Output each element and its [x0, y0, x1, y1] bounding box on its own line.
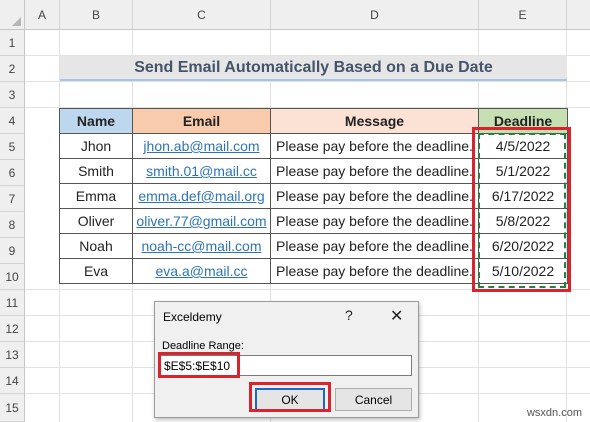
- email-link[interactable]: oliver.77@gmail.com: [136, 213, 266, 229]
- row-header-10[interactable]: 10: [0, 264, 25, 290]
- header-message[interactable]: Message: [270, 108, 479, 134]
- name-cell[interactable]: Oliver: [59, 208, 133, 234]
- deadline-cell[interactable]: 5/8/2022: [478, 208, 568, 234]
- table-header-row: Name Email Message Deadline: [59, 108, 568, 134]
- ok-button[interactable]: OK: [255, 388, 325, 411]
- deadline-cell[interactable]: 6/17/2022: [478, 183, 568, 209]
- name-cell[interactable]: Emma: [59, 183, 133, 209]
- row-header-5[interactable]: 5: [0, 134, 25, 160]
- header-deadline[interactable]: Deadline: [478, 108, 568, 134]
- row-header-2[interactable]: 2: [0, 56, 25, 82]
- email-link[interactable]: emma.def@mail.org: [138, 188, 264, 204]
- email-cell[interactable]: eva.a@mail.cc: [132, 258, 271, 284]
- name-cell[interactable]: Jhon: [59, 133, 133, 159]
- column-header-f[interactable]: [567, 0, 590, 30]
- column-header-d[interactable]: D: [271, 0, 479, 30]
- message-cell[interactable]: Please pay before the deadline.: [270, 133, 479, 159]
- gridline: [25, 289, 590, 290]
- table-row: Oliver oliver.77@gmail.com Please pay be…: [59, 208, 568, 234]
- email-cell[interactable]: emma.def@mail.org: [132, 183, 271, 209]
- data-table: Name Email Message Deadline Jhon jhon.ab…: [59, 108, 568, 284]
- row-header-9[interactable]: 9: [0, 238, 25, 264]
- header-email[interactable]: Email: [132, 108, 271, 134]
- name-cell[interactable]: Smith: [59, 158, 133, 184]
- row-header-15[interactable]: 15: [0, 394, 25, 422]
- deadline-cell[interactable]: 5/10/2022: [478, 258, 568, 284]
- deadline-cell[interactable]: 5/1/2022: [478, 158, 568, 184]
- name-cell[interactable]: Eva: [59, 258, 133, 284]
- sheet-title[interactable]: Send Email Automatically Based on a Due …: [60, 56, 567, 81]
- table-row: Smith smith.01@mail.cc Please pay before…: [59, 158, 568, 184]
- email-link[interactable]: smith.01@mail.cc: [146, 163, 257, 179]
- column-header-a[interactable]: A: [25, 0, 60, 30]
- row-header-3[interactable]: 3: [0, 82, 25, 108]
- message-cell[interactable]: Please pay before the deadline.: [270, 183, 479, 209]
- email-cell[interactable]: noah-cc@mail.com: [132, 233, 271, 259]
- row-header-11[interactable]: 11: [0, 290, 25, 316]
- table-row: Emma emma.def@mail.org Please pay before…: [59, 183, 568, 209]
- table-row: Eva eva.a@mail.cc Please pay before the …: [59, 258, 568, 284]
- email-link[interactable]: noah-cc@mail.com: [141, 238, 261, 254]
- select-all-corner[interactable]: [0, 0, 25, 30]
- row-header-8[interactable]: 8: [0, 212, 25, 238]
- deadline-range-label: Deadline Range:: [162, 340, 244, 352]
- help-icon[interactable]: ?: [345, 307, 353, 323]
- email-link[interactable]: jhon.ab@mail.com: [143, 138, 259, 154]
- column-header-c[interactable]: C: [133, 0, 271, 30]
- message-cell[interactable]: Please pay before the deadline.: [270, 233, 479, 259]
- email-link[interactable]: eva.a@mail.cc: [155, 263, 247, 279]
- email-cell[interactable]: oliver.77@gmail.com: [132, 208, 271, 234]
- deadline-cell[interactable]: 4/5/2022: [478, 133, 568, 159]
- row-header-7[interactable]: 7: [0, 186, 25, 212]
- table-row: Jhon jhon.ab@mail.com Please pay before …: [59, 133, 568, 159]
- row-header-4[interactable]: 4: [0, 108, 25, 134]
- row-header-6[interactable]: 6: [0, 160, 25, 186]
- watermark: wsxdn.com: [526, 407, 582, 419]
- deadline-range-input[interactable]: $E$5:$E$10: [159, 355, 412, 376]
- message-cell[interactable]: Please pay before the deadline.: [270, 158, 479, 184]
- row-header-14[interactable]: 14: [0, 368, 25, 394]
- dialog-title: Exceldemy: [163, 310, 222, 324]
- cancel-button[interactable]: Cancel: [335, 388, 412, 411]
- email-cell[interactable]: smith.01@mail.cc: [132, 158, 271, 184]
- table-row: Noah noah-cc@mail.com Please pay before …: [59, 233, 568, 259]
- close-icon[interactable]: ✕: [390, 306, 403, 326]
- row-header-1[interactable]: 1: [0, 30, 25, 56]
- row-header-12[interactable]: 12: [0, 316, 25, 342]
- deadline-cell[interactable]: 6/20/2022: [478, 233, 568, 259]
- message-cell[interactable]: Please pay before the deadline.: [270, 258, 479, 284]
- message-cell[interactable]: Please pay before the deadline.: [270, 208, 479, 234]
- column-header-b[interactable]: B: [60, 0, 133, 30]
- email-cell[interactable]: jhon.ab@mail.com: [132, 133, 271, 159]
- header-name[interactable]: Name: [59, 108, 133, 134]
- gridline: [25, 81, 590, 82]
- column-header-e[interactable]: E: [479, 0, 567, 30]
- input-dialog: Exceldemy ? ✕ Deadline Range: $E$5:$E$10…: [154, 301, 419, 418]
- name-cell[interactable]: Noah: [59, 233, 133, 259]
- row-header-13[interactable]: 13: [0, 342, 25, 368]
